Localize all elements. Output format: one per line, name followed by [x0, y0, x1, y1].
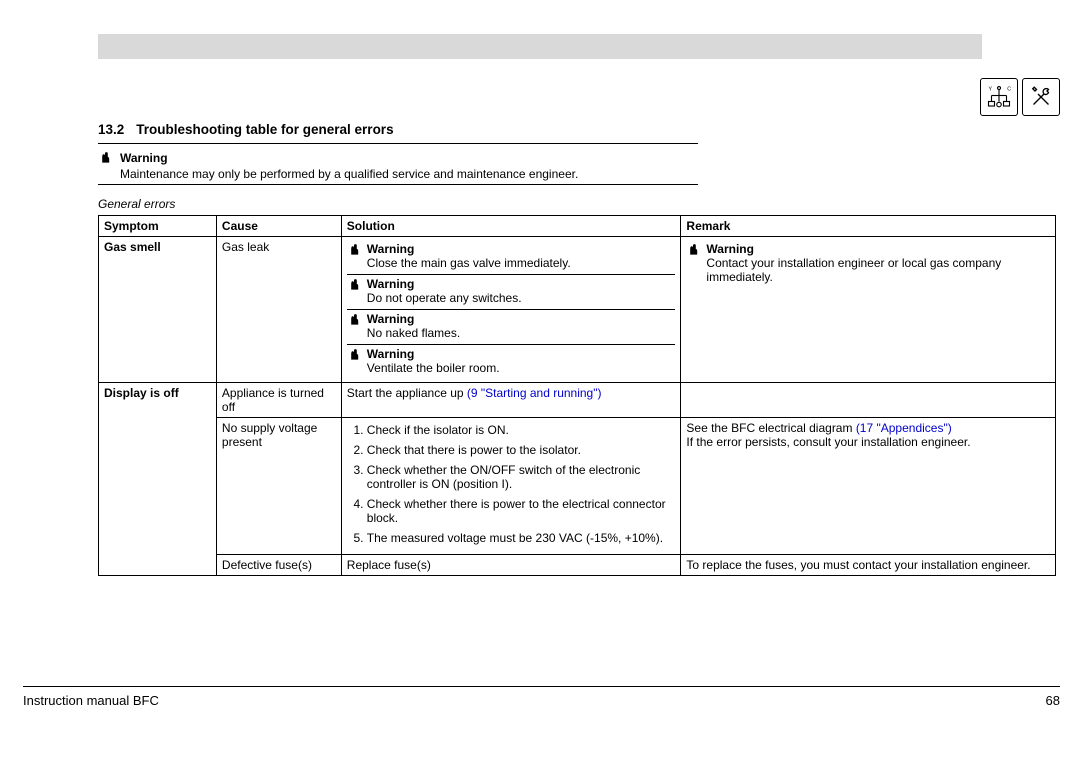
- warning-text: Ventilate the boiler room.: [367, 361, 500, 375]
- th-symptom: Symptom: [99, 216, 217, 237]
- remark-text: If the error persists, consult your inst…: [686, 435, 970, 449]
- warning-text: Contact your installation engineer or lo…: [706, 256, 1001, 284]
- th-cause: Cause: [216, 216, 341, 237]
- warning-text: No naked flames.: [367, 326, 460, 340]
- table-header-row: Symptom Cause Solution Remark: [99, 216, 1056, 237]
- hand-warning-icon: [347, 347, 361, 361]
- section-heading: 13.2 Troubleshooting table for general e…: [98, 122, 698, 144]
- cell-cause: Gas leak: [216, 237, 341, 383]
- th-remark: Remark: [681, 216, 1056, 237]
- hand-warning-icon: [347, 312, 361, 326]
- svg-text:Y: Y: [989, 86, 993, 92]
- hand-warning-icon: [686, 242, 700, 256]
- cell-cause: No supply voltage present: [216, 418, 341, 555]
- solution-text: Start the appliance up: [347, 386, 467, 400]
- header-icons: Y C: [980, 78, 1060, 116]
- header-bar: [98, 34, 982, 59]
- list-item: Check whether the ON/OFF switch of the e…: [367, 463, 676, 491]
- hand-warning-icon: [98, 150, 112, 164]
- table-row: Gas smell Gas leak WarningClose the main…: [99, 237, 1056, 383]
- warning-label: Warning: [367, 312, 415, 326]
- remark-text: See the BFC electrical diagram: [686, 421, 855, 435]
- tools-icon: [1022, 78, 1060, 116]
- diagram-icon: Y C: [980, 78, 1018, 116]
- solution-steps: Check if the isolator is ON. Check that …: [347, 423, 676, 545]
- section-number: 13.2: [98, 122, 124, 137]
- list-item: The measured voltage must be 230 VAC (-1…: [367, 531, 676, 545]
- cell-symptom: Display is off: [99, 383, 217, 576]
- page-number: 68: [1046, 693, 1060, 708]
- cell-remark: WarningContact your installation enginee…: [681, 237, 1056, 383]
- cell-remark: See the BFC electrical diagram (17 "Appe…: [681, 418, 1056, 555]
- th-solution: Solution: [341, 216, 681, 237]
- warning-text: Do not operate any switches.: [367, 291, 522, 305]
- hand-warning-icon: [347, 277, 361, 291]
- warning-text: Close the main gas valve immediately.: [367, 256, 571, 270]
- errors-table: Symptom Cause Solution Remark Gas smell …: [98, 215, 1056, 576]
- cell-symptom: Gas smell: [99, 237, 217, 383]
- cell-remark: [681, 383, 1056, 418]
- warning-label: Warning: [706, 242, 754, 256]
- divider: [98, 184, 698, 185]
- cell-remark: To replace the fuses, you must contact y…: [681, 555, 1056, 576]
- footer-title: Instruction manual BFC: [23, 693, 159, 708]
- cross-reference-link[interactable]: (9 "Starting and running"): [467, 386, 602, 400]
- cross-reference-link[interactable]: (17 "Appendices"): [856, 421, 952, 435]
- hand-warning-icon: [347, 242, 361, 256]
- section-title: Troubleshooting table for general errors: [136, 122, 393, 137]
- table-caption: General errors: [98, 197, 1056, 211]
- svg-text:C: C: [1007, 86, 1011, 92]
- page-footer: Instruction manual BFC 68: [23, 686, 1060, 708]
- warning-label: Warning: [367, 347, 415, 361]
- cell-solution: WarningClose the main gas valve immediat…: [341, 237, 681, 383]
- table-row: No supply voltage present Check if the i…: [99, 418, 1056, 555]
- list-item: Check if the isolator is ON.: [367, 423, 676, 437]
- list-item: Check that there is power to the isolato…: [367, 443, 676, 457]
- cell-cause: Defective fuse(s): [216, 555, 341, 576]
- cell-solution: Start the appliance up (9 "Starting and …: [341, 383, 681, 418]
- cell-cause: Appliance is turned off: [216, 383, 341, 418]
- list-item: Check whether there is power to the elec…: [367, 497, 676, 525]
- warning-label: Warning: [367, 242, 415, 256]
- table-row: Defective fuse(s) Replace fuse(s) To rep…: [99, 555, 1056, 576]
- warning-label: Warning: [367, 277, 415, 291]
- table-row: Display is off Appliance is turned off S…: [99, 383, 1056, 418]
- warning-text: Maintenance may only be performed by a q…: [120, 167, 578, 181]
- cell-solution: Replace fuse(s): [341, 555, 681, 576]
- cell-solution: Check if the isolator is ON. Check that …: [341, 418, 681, 555]
- warning-label: Warning: [120, 151, 168, 165]
- top-warning: Warning Maintenance may only be performe…: [98, 144, 698, 182]
